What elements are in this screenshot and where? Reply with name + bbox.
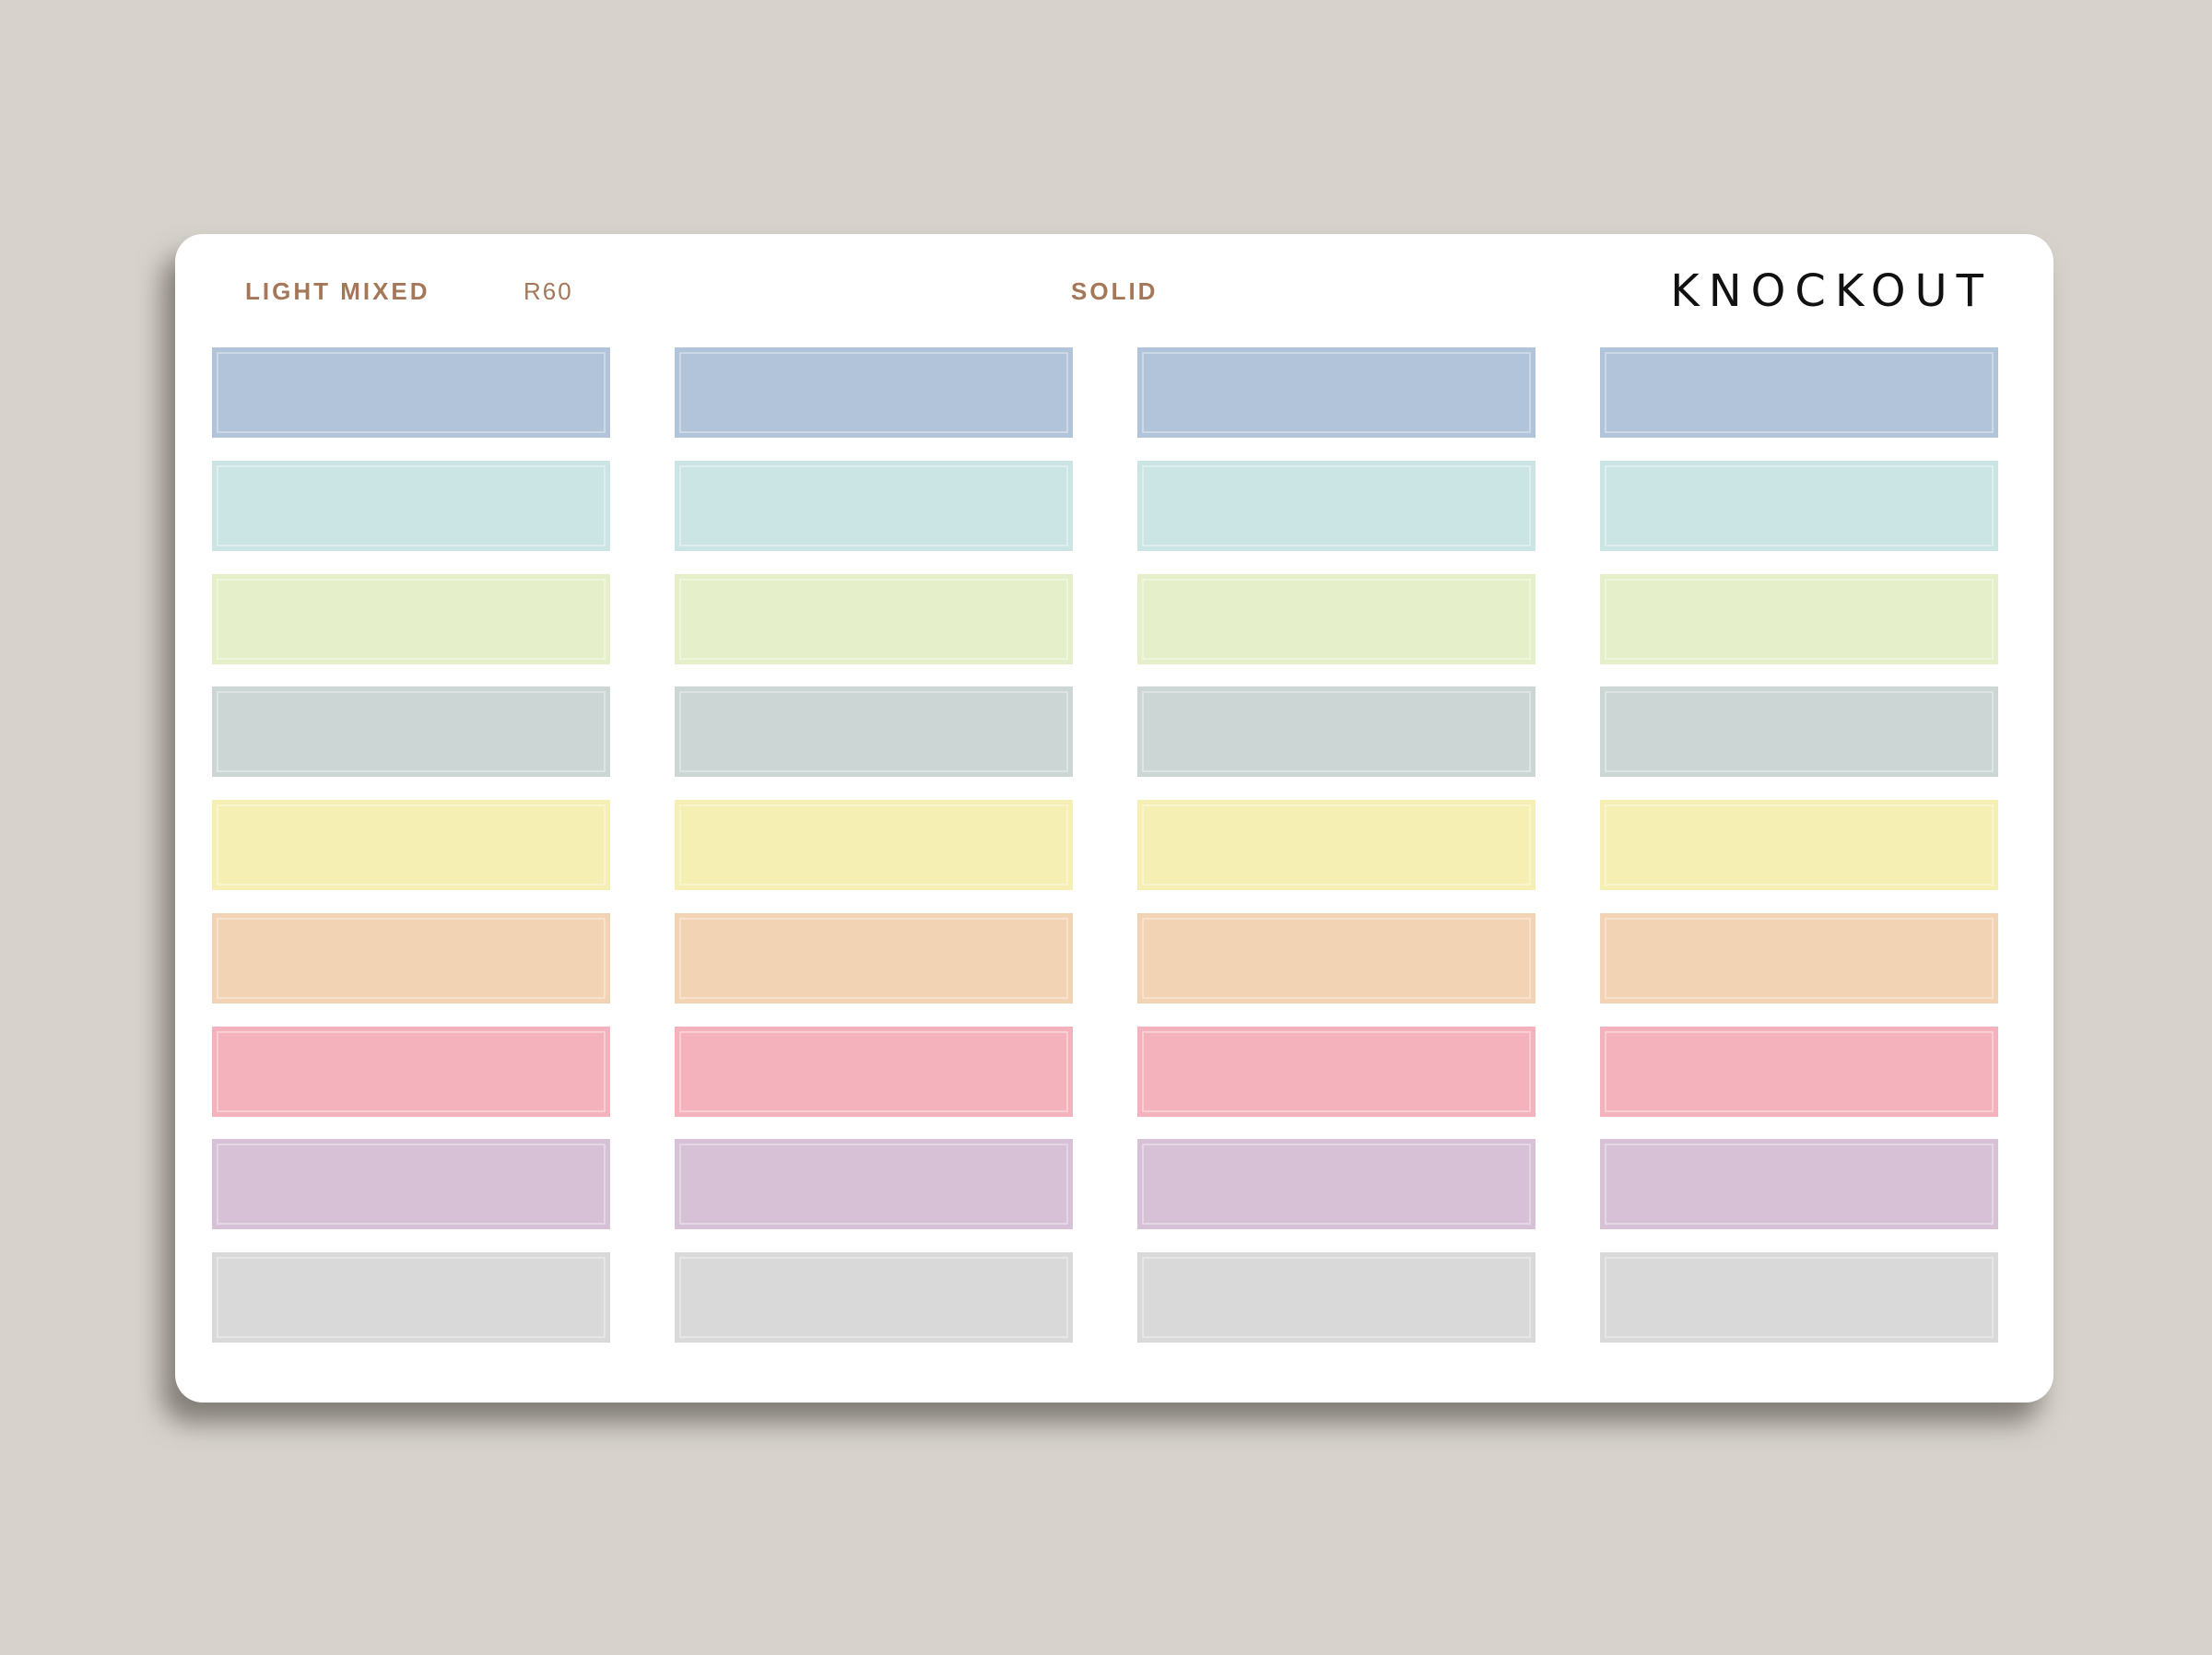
sticker-lavender <box>675 1139 1073 1229</box>
sticker-kiss-cut-line <box>217 691 606 772</box>
sticker-gray <box>1137 1252 1535 1343</box>
sticker-kiss-cut-line <box>1605 352 1994 433</box>
sticker-kiss-cut-line <box>217 918 606 999</box>
sticker-yellow <box>1137 800 1535 890</box>
sticker-kiss-cut-line <box>217 579 606 660</box>
sticker-sheet: LIGHT MIXED R60 SOLID KNOCKOUT <box>175 234 2053 1403</box>
sticker-kiss-cut-line <box>1142 579 1531 660</box>
sticker-kiss-cut-line <box>679 918 1068 999</box>
sticker-yellow <box>1600 800 1998 890</box>
sticker-gray <box>675 1252 1073 1343</box>
sticker-aqua <box>1600 461 1998 551</box>
sticker-lavender <box>1600 1139 1998 1229</box>
sticker-kiss-cut-line <box>1605 1031 1994 1112</box>
sticker-peach <box>1600 913 1998 1004</box>
sticker-pink <box>212 1027 610 1117</box>
sticker-aqua <box>675 461 1073 551</box>
sticker-pink <box>675 1027 1073 1117</box>
sticker-blue <box>1600 347 1998 438</box>
sticker-peach <box>1137 913 1535 1004</box>
sticker-light-green <box>675 574 1073 664</box>
sticker-kiss-cut-line <box>679 804 1068 886</box>
sticker-kiss-cut-line <box>679 1257 1068 1338</box>
sticker-grid <box>175 234 2053 1403</box>
sticker-kiss-cut-line <box>679 579 1068 660</box>
sticker-kiss-cut-line <box>679 1031 1068 1112</box>
sticker-kiss-cut-line <box>1605 1257 1994 1338</box>
sticker-aqua <box>1137 461 1535 551</box>
sticker-kiss-cut-line <box>1142 691 1531 772</box>
sticker-gray-green <box>1600 687 1998 777</box>
sticker-peach <box>212 913 610 1004</box>
sticker-kiss-cut-line <box>1142 465 1531 546</box>
sticker-lavender <box>212 1139 610 1229</box>
sticker-yellow <box>675 800 1073 890</box>
sticker-kiss-cut-line <box>1605 1144 1994 1225</box>
sticker-kiss-cut-line <box>1142 918 1531 999</box>
sticker-light-green <box>212 574 610 664</box>
sticker-kiss-cut-line <box>1142 804 1531 886</box>
sticker-kiss-cut-line <box>1142 1257 1531 1338</box>
sticker-kiss-cut-line <box>1142 1031 1531 1112</box>
sticker-kiss-cut-line <box>679 691 1068 772</box>
sticker-peach <box>675 913 1073 1004</box>
sticker-kiss-cut-line <box>1605 465 1994 546</box>
sticker-kiss-cut-line <box>1605 691 1994 772</box>
sticker-kiss-cut-line <box>1605 579 1994 660</box>
sticker-kiss-cut-line <box>679 352 1068 433</box>
sticker-gray <box>1600 1252 1998 1343</box>
sticker-gray-green <box>212 687 610 777</box>
sticker-blue <box>212 347 610 438</box>
sticker-kiss-cut-line <box>217 1031 606 1112</box>
sticker-light-green <box>1137 574 1535 664</box>
sticker-kiss-cut-line <box>217 1257 606 1338</box>
sticker-yellow <box>212 800 610 890</box>
sticker-kiss-cut-line <box>679 1144 1068 1225</box>
sticker-kiss-cut-line <box>217 804 606 886</box>
sticker-pink <box>1600 1027 1998 1117</box>
sticker-kiss-cut-line <box>1142 1144 1531 1225</box>
sticker-light-green <box>1600 574 1998 664</box>
sticker-gray <box>212 1252 610 1343</box>
sticker-blue <box>1137 347 1535 438</box>
sticker-aqua <box>212 461 610 551</box>
sticker-kiss-cut-line <box>217 352 606 433</box>
sticker-kiss-cut-line <box>1605 918 1994 999</box>
sticker-pink <box>1137 1027 1535 1117</box>
sticker-gray-green <box>675 687 1073 777</box>
sticker-blue <box>675 347 1073 438</box>
sticker-lavender <box>1137 1139 1535 1229</box>
sticker-gray-green <box>1137 687 1535 777</box>
sticker-kiss-cut-line <box>1605 804 1994 886</box>
sticker-kiss-cut-line <box>217 1144 606 1225</box>
sticker-kiss-cut-line <box>679 465 1068 546</box>
sticker-kiss-cut-line <box>1142 352 1531 433</box>
sticker-kiss-cut-line <box>217 465 606 546</box>
